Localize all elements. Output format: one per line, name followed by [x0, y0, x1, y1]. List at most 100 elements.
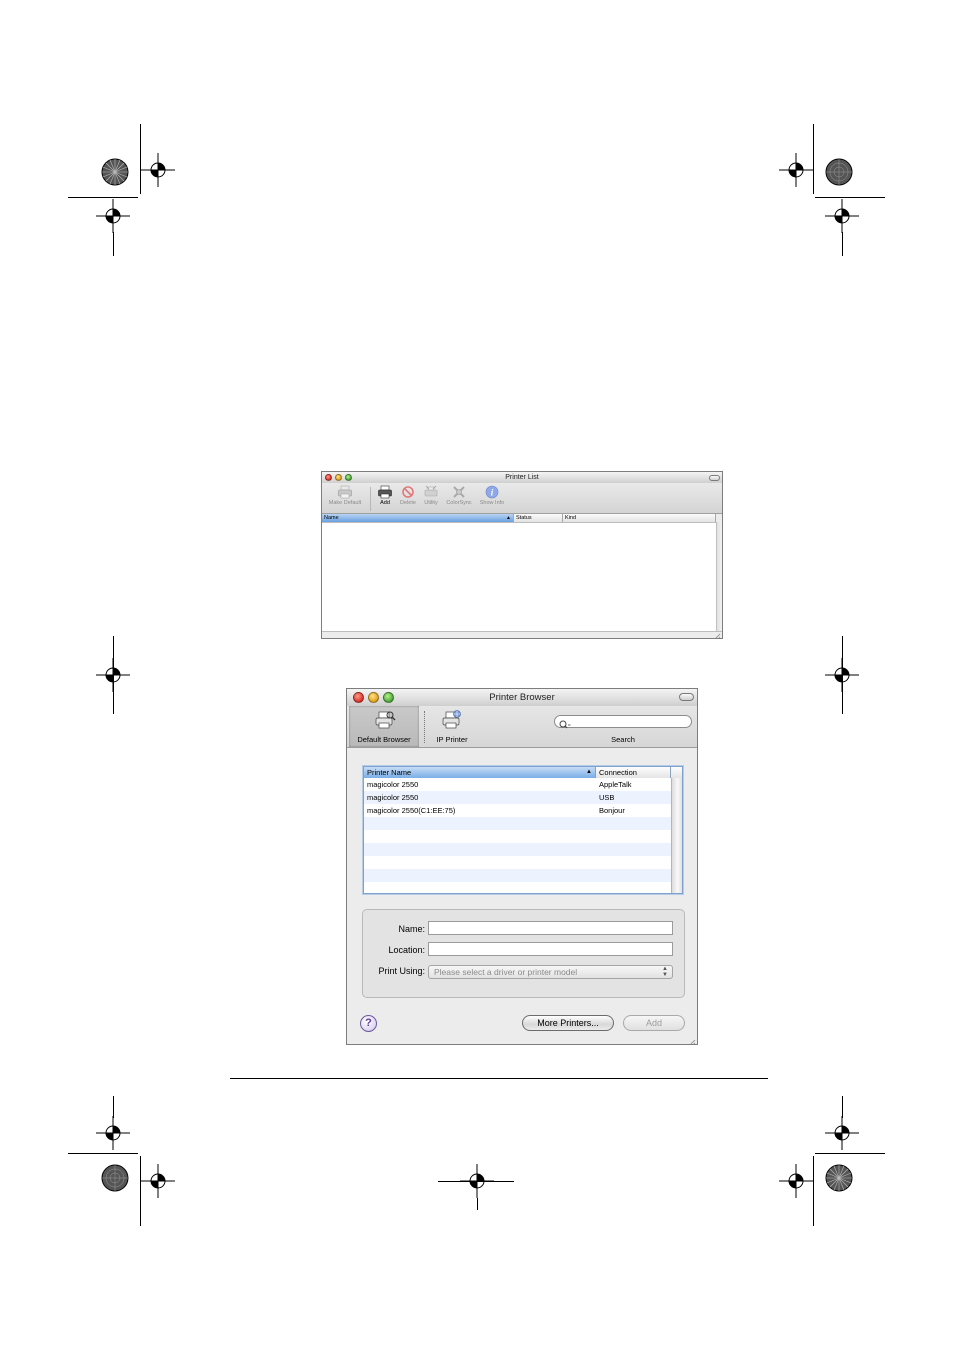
crop-line — [842, 232, 843, 256]
print-using-select[interactable]: Please select a driver or printer model … — [428, 965, 673, 979]
connection-cell: USB — [599, 793, 615, 802]
tab-label: Default Browser — [357, 735, 411, 744]
crop-line — [813, 124, 814, 194]
registration-crosshair-icon — [96, 199, 130, 233]
column-header-label: Connection — [599, 768, 637, 777]
toolbar-toggle-button[interactable] — [679, 693, 694, 701]
printer-name-cell: magicolor 2550 — [367, 780, 419, 789]
window-title: Printer List — [505, 474, 539, 481]
add-button[interactable]: Add — [623, 1015, 685, 1031]
column-header-printer-name[interactable]: Printer Name ▲ — [364, 767, 596, 778]
printer-list-table[interactable] — [322, 522, 716, 634]
crop-line — [68, 1153, 138, 1154]
printer-list-toolbar: Make Default Add Delete Utility ColorSyn… — [322, 483, 722, 514]
utility-icon — [423, 485, 439, 499]
printer-table[interactable]: Printer Name ▲ Connection magicolor 2550… — [363, 766, 683, 894]
printer-list-window: Printer List Make Default Add Delete Uti… — [321, 471, 723, 639]
more-printers-button[interactable]: More Printers... — [522, 1015, 614, 1031]
registration-crosshair-icon — [779, 1164, 813, 1198]
printer-name-cell: magicolor 2550(C1:EE:75) — [367, 806, 456, 815]
column-header-kind[interactable]: Kind — [563, 514, 716, 522]
registration-crosshair-icon — [96, 1116, 130, 1150]
crop-line — [113, 1096, 114, 1118]
minimize-window-button[interactable] — [368, 692, 379, 703]
column-header-label: Kind — [565, 515, 577, 521]
zoom-window-button[interactable] — [345, 474, 352, 481]
info-icon: i — [484, 485, 500, 499]
crop-line — [815, 1153, 885, 1154]
location-label: Location: — [388, 945, 425, 955]
name-field[interactable] — [428, 921, 673, 935]
location-field-value — [429, 948, 432, 958]
printer-name-cell: magicolor 2550 — [367, 793, 419, 802]
printer-details-form: Name: Location: Print Using: Please sele… — [362, 909, 685, 998]
printer-icon — [337, 485, 353, 499]
empty-table-row — [364, 882, 671, 893]
make-default-button[interactable]: Make Default — [325, 485, 365, 507]
default-browser-icon — [374, 710, 396, 730]
vertical-scrollbar[interactable] — [716, 522, 722, 633]
registration-crosshair-icon — [825, 1116, 859, 1150]
tab-ip-printer[interactable]: IP Printer — [427, 706, 477, 747]
close-window-button[interactable] — [325, 474, 332, 481]
table-row[interactable]: magicolor 2550(C1:EE:75) Bonjour — [364, 804, 671, 817]
toolbar-separator — [424, 711, 426, 743]
tab-label: IP Printer — [436, 735, 468, 744]
chevron-up-down-icon: ▲ ▼ — [662, 966, 668, 978]
empty-table-row — [364, 830, 671, 843]
toolbar-toggle-button[interactable] — [709, 475, 720, 481]
crop-line — [113, 636, 114, 714]
column-header-corner — [671, 767, 682, 778]
column-header-status[interactable]: Status — [514, 514, 563, 522]
crop-line — [815, 197, 885, 198]
print-using-value: Please select a driver or printer model — [434, 967, 578, 977]
registration-rosette-icon — [101, 1164, 129, 1192]
registration-crosshair-icon — [141, 153, 175, 187]
crop-line — [438, 1181, 514, 1182]
connection-cell: AppleTalk — [599, 780, 632, 789]
registration-rosette-icon — [101, 158, 129, 186]
show-info-button[interactable]: i Show Info — [472, 485, 512, 507]
ip-printer-icon — [441, 710, 463, 730]
name-label: Name: — [398, 924, 425, 934]
toolbar-label: Show Info — [479, 500, 505, 506]
table-row[interactable]: magicolor 2550 AppleTalk — [364, 778, 671, 791]
registration-rosette-icon — [825, 1164, 853, 1192]
registration-crosshair-icon — [825, 199, 859, 233]
search-icon — [559, 717, 571, 735]
printer-browser-window: Printer Browser Default Browser IP Print… — [346, 688, 698, 1045]
close-window-button[interactable] — [353, 692, 364, 703]
sort-ascending-icon: ▲ — [586, 769, 592, 775]
window-bottom-bar — [322, 631, 722, 638]
column-header-label: Status — [516, 515, 532, 521]
vertical-scrollbar[interactable] — [671, 778, 682, 893]
print-using-label: Print Using: — [378, 966, 425, 976]
resize-grip-icon[interactable] — [712, 628, 721, 638]
column-header-label: Name — [324, 515, 339, 521]
crop-line — [813, 1156, 814, 1226]
connection-cell: Bonjour — [599, 806, 625, 815]
table-row[interactable]: magicolor 2550 USB — [364, 791, 671, 804]
footer-rule — [230, 1078, 768, 1079]
name-field-value — [429, 927, 432, 937]
sort-ascending-icon: ▲ — [506, 515, 511, 521]
crop-line — [477, 1198, 478, 1210]
registration-crosshair-icon — [141, 1164, 175, 1198]
crop-line — [68, 197, 138, 198]
column-header-name[interactable]: Name ▲ — [322, 514, 514, 522]
crop-line — [113, 232, 114, 256]
registration-rosette-icon — [825, 158, 853, 186]
crop-line — [842, 1096, 843, 1118]
window-title: Printer Browser — [489, 692, 555, 703]
zoom-window-button[interactable] — [383, 692, 394, 703]
colorsync-icon — [451, 485, 467, 499]
empty-table-row — [364, 843, 671, 856]
tab-default-browser[interactable]: Default Browser — [349, 706, 419, 747]
search-input[interactable] — [554, 715, 692, 729]
resize-grip-icon[interactable] — [687, 1034, 696, 1044]
column-header-connection[interactable]: Connection — [596, 767, 671, 778]
printer-browser-titlebar[interactable]: Printer Browser — [347, 689, 697, 707]
location-field[interactable] — [428, 942, 673, 956]
minimize-window-button[interactable] — [335, 474, 342, 481]
help-button[interactable]: ? — [360, 1015, 377, 1032]
